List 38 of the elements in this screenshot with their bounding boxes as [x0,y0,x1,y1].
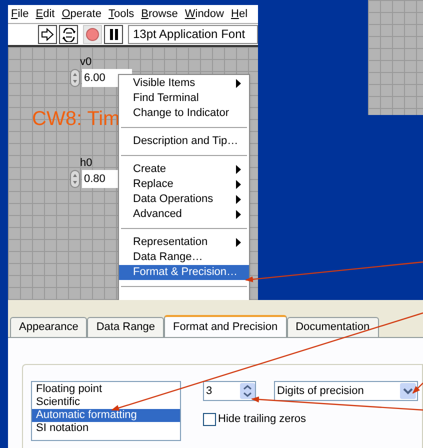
menu-item[interactable]: Change to Indicator [119,106,249,121]
menu-item[interactable]: Data Operations [119,192,249,207]
menu-item[interactable]: Operate [62,6,102,22]
increment-arrows-icon[interactable] [70,69,80,87]
menu-item[interactable]: Advanced [119,207,249,222]
menu-item[interactable]: Browse [141,6,178,22]
menu-item[interactable]: Tools [108,6,134,22]
format-list[interactable]: Floating point Scientific Automatic formatting SI notation [31,381,181,441]
dropdown-chevron-icon [400,383,416,399]
list-item[interactable]: Floating point [32,383,180,396]
increment-arrows-icon[interactable] [70,170,80,188]
menu-item[interactable]: Data Range… [119,250,249,265]
tab[interactable]: Data Range [87,317,164,337]
menu-item[interactable]: Edit [36,6,55,22]
checkbox[interactable] [203,412,216,426]
control-label: h0 [80,157,92,170]
list-item[interactable]: SI notation [32,422,180,435]
digits-spinner[interactable]: 3 [203,381,256,401]
run-continuously-icon[interactable] [59,25,78,44]
tab[interactable]: Documentation [286,317,379,337]
tab[interactable]: Appearance [10,317,88,337]
menu-item[interactable]: File [11,6,29,22]
menu-item[interactable]: Representation [119,235,249,250]
precision-dropdown[interactable]: Digits of precision [274,381,418,401]
font-dropdown[interactable]: 13pt Application Font [128,25,258,44]
checkbox-label: Hide trailing zeros [218,412,306,427]
menu-item[interactable]: Description and Tip… [119,134,249,149]
title-label: CW8: Tim [32,107,120,132]
pause-icon[interactable] [104,25,123,44]
list-item[interactable]: Scientific [32,396,180,409]
menu-item[interactable]: Hel [231,6,248,22]
menu-item[interactable]: Format & Precision… [119,265,249,280]
menu-item[interactable]: Window [184,6,224,22]
control-label: v0 [80,56,92,69]
spinner-arrows-icon[interactable] [240,383,255,399]
menu-item[interactable]: Find Terminal [119,91,249,106]
tab[interactable]: Format and Precision [164,315,287,337]
list-item[interactable]: Automatic formatting [32,409,180,422]
